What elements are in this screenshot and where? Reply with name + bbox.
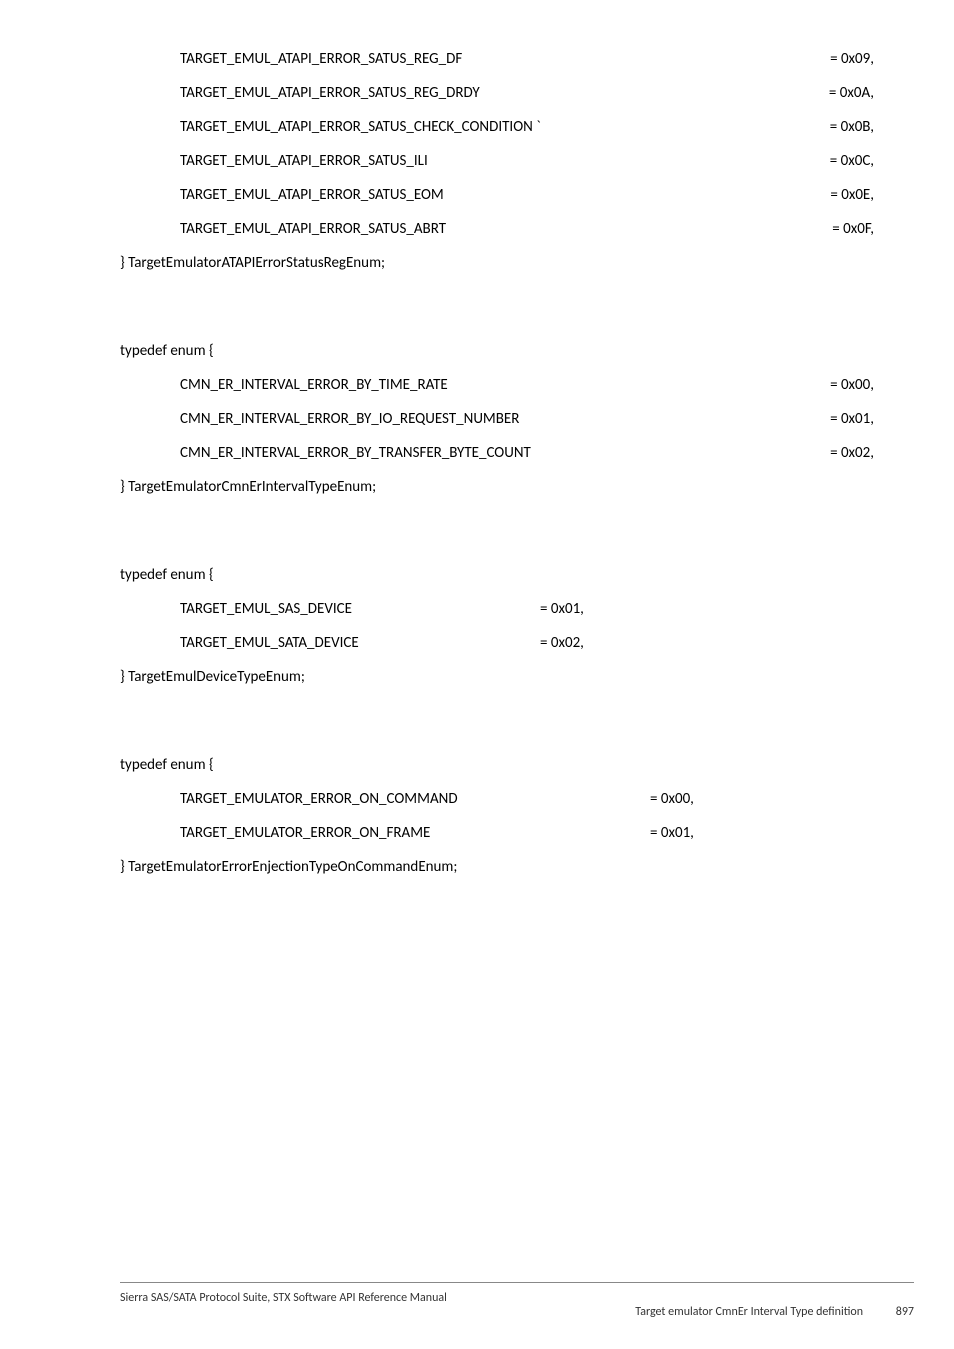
- enum-item-value: = 0x0C,: [790, 152, 874, 170]
- enum-closing: } TargetEmulatorCmnErIntervalTypeEnum;: [120, 478, 874, 496]
- enum-item-name: TARGET_EMUL_SATA_DEVICE: [180, 634, 500, 652]
- typedef-open: typedef enum {: [120, 566, 874, 584]
- enum-item-name: TARGET_EMUL_ATAPI_ERROR_SATUS_REG_DF: [180, 50, 462, 68]
- enum-item-name: TARGET_EMUL_ATAPI_ERROR_SATUS_CHECK_COND…: [180, 118, 541, 136]
- typedef-open: typedef enum {: [120, 756, 874, 774]
- enum-item-value: = 0x01,: [790, 410, 874, 428]
- enum-item-name: CMN_ER_INTERVAL_ERROR_BY_TIME_RATE: [180, 376, 448, 394]
- enum-item-value: = 0x0B,: [790, 118, 874, 136]
- enum-item-name: CMN_ER_INTERVAL_ERROR_BY_TRANSFER_BYTE_C…: [180, 444, 531, 462]
- enum-closing: } TargetEmulatorErrorEnjectionTypeOnComm…: [120, 858, 874, 876]
- enum-item-value: = 0x00,: [610, 790, 694, 808]
- footer-page-number: 897: [896, 1305, 914, 1319]
- enum-item-name: TARGET_EMULATOR_ERROR_ON_FRAME: [180, 824, 610, 842]
- enum-item-name: TARGET_EMUL_ATAPI_ERROR_SATUS_ABRT: [180, 220, 446, 238]
- enum-item-value: = 0x09,: [790, 50, 874, 68]
- footer-rule: [120, 1282, 914, 1283]
- enum-closing: } TargetEmulatorATAPIErrorStatusRegEnum;: [120, 254, 874, 272]
- enum-item-value: = 0x0F,: [792, 220, 874, 238]
- typedef-open: typedef enum {: [120, 342, 874, 360]
- enum-item-value: = 0x02,: [790, 444, 874, 462]
- enum-item-value: = 0x01,: [610, 824, 694, 842]
- enum-closing: } TargetEmulDeviceTypeEnum;: [120, 668, 874, 686]
- enum-item-name: TARGET_EMUL_ATAPI_ERROR_SATUS_EOM: [180, 186, 444, 204]
- page-footer: Sierra SAS/SATA Protocol Suite, STX Soft…: [0, 1282, 954, 1319]
- footer-doc-title: Sierra SAS/SATA Protocol Suite, STX Soft…: [120, 1291, 914, 1305]
- enum-item-name: TARGET_EMUL_SAS_DEVICE: [180, 600, 500, 618]
- enum-item-name: TARGET_EMUL_ATAPI_ERROR_SATUS_ILI: [180, 152, 428, 170]
- enum-item-name: TARGET_EMULATOR_ERROR_ON_COMMAND: [180, 790, 610, 808]
- footer-section-title: Target emulator CmnEr Interval Type defi…: [635, 1305, 863, 1319]
- enum-item-value: = 0x0E,: [790, 186, 874, 204]
- enum-item-value: = 0x00,: [790, 376, 874, 394]
- enum-item-value: = 0x01,: [500, 600, 584, 618]
- enum-item-name: TARGET_EMUL_ATAPI_ERROR_SATUS_REG_DRDY: [180, 84, 480, 102]
- enum-item-value: = 0x02,: [500, 634, 584, 652]
- enum-item-value: = 0x0A,: [789, 84, 874, 102]
- enum-item-name: CMN_ER_INTERVAL_ERROR_BY_IO_REQUEST_NUMB…: [180, 410, 519, 428]
